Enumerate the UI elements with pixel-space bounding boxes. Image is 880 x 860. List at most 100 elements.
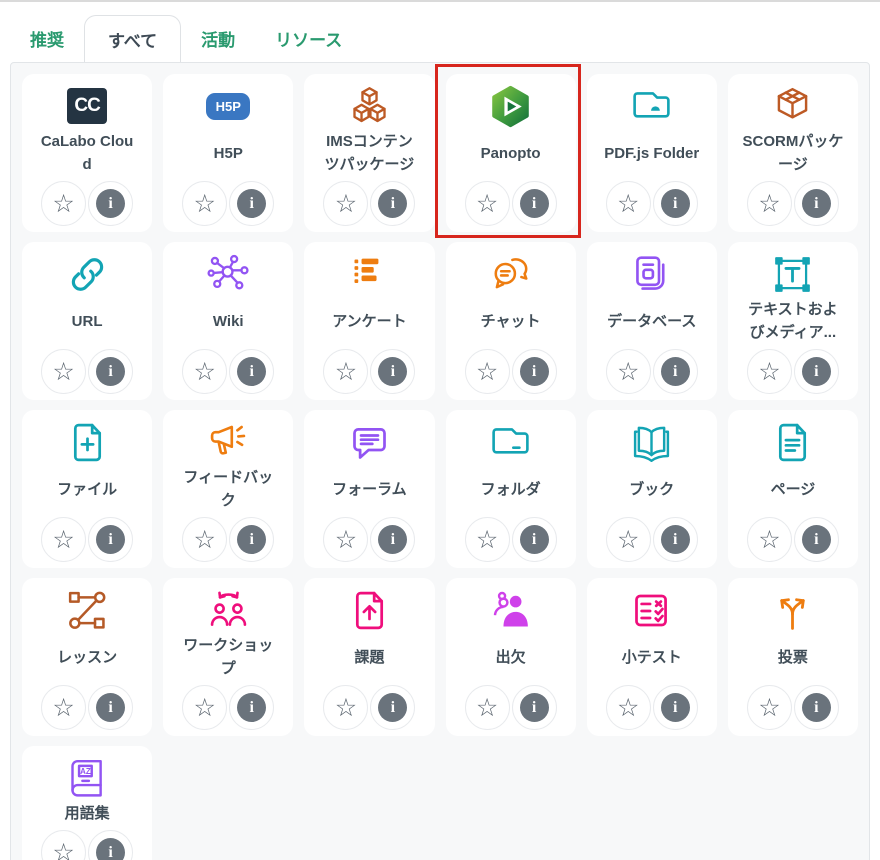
favorite-star-button[interactable]: ☆ xyxy=(465,349,510,394)
favorite-star-button[interactable]: ☆ xyxy=(606,685,651,730)
file-plus-icon xyxy=(65,420,110,464)
activity-tile-quiz[interactable]: 小テスト☆i xyxy=(587,578,717,736)
favorite-star-button[interactable]: ☆ xyxy=(606,181,651,226)
info-button[interactable]: i xyxy=(512,349,557,394)
star-icon: ☆ xyxy=(52,527,74,552)
tile-actions: ☆i xyxy=(182,517,274,562)
favorite-star-button[interactable]: ☆ xyxy=(323,181,368,226)
favorite-star-button[interactable]: ☆ xyxy=(182,685,227,730)
favorite-star-button[interactable]: ☆ xyxy=(465,181,510,226)
info-button[interactable]: i xyxy=(794,349,839,394)
favorite-star-button[interactable]: ☆ xyxy=(465,517,510,562)
info-button[interactable]: i xyxy=(370,349,415,394)
info-button[interactable]: i xyxy=(512,181,557,226)
cc-logo: CC xyxy=(67,88,107,124)
favorite-star-button[interactable]: ☆ xyxy=(747,181,792,226)
activity-tile-assignment[interactable]: 課題 ☆i xyxy=(304,578,434,736)
info-button[interactable]: i xyxy=(229,181,274,226)
tab-all[interactable]: すべて xyxy=(84,15,181,62)
info-button[interactable]: i xyxy=(653,181,698,226)
favorite-star-button[interactable]: ☆ xyxy=(606,349,651,394)
favorite-star-button[interactable]: ☆ xyxy=(747,349,792,394)
info-button[interactable]: i xyxy=(88,685,133,730)
star-icon: ☆ xyxy=(335,191,357,216)
activity-tile-ims-content-package[interactable]: IMSコンテンツパッケージ☆i xyxy=(304,74,434,232)
activity-tile-lesson[interactable]: レッスン☆i xyxy=(22,578,152,736)
tab-recommended[interactable]: 推奨 xyxy=(10,15,84,62)
activity-tile-survey[interactable]: アンケート ☆i xyxy=(304,242,434,400)
favorite-star-button[interactable]: ☆ xyxy=(41,349,86,394)
info-icon: i xyxy=(96,357,125,386)
star-icon: ☆ xyxy=(476,359,498,384)
activity-tile-folder[interactable]: フォルダ☆i xyxy=(446,410,576,568)
activity-tile-calabo-cloud[interactable]: CCCaLabo Cloud☆i xyxy=(22,74,152,232)
favorite-star-button[interactable]: ☆ xyxy=(41,830,86,860)
tile-label: 課題 xyxy=(354,634,384,680)
info-button[interactable]: i xyxy=(88,517,133,562)
favorite-star-button[interactable]: ☆ xyxy=(323,517,368,562)
activity-tile-wiki[interactable]: Wiki☆i xyxy=(163,242,293,400)
favorite-star-button[interactable]: ☆ xyxy=(41,517,86,562)
info-button[interactable]: i xyxy=(88,181,133,226)
activity-tile-chat[interactable]: チャット☆i xyxy=(446,242,576,400)
activity-tile-url[interactable]: URL☆i xyxy=(22,242,152,400)
info-button[interactable]: i xyxy=(512,517,557,562)
info-button[interactable]: i xyxy=(370,517,415,562)
activity-tile-panopto[interactable]: Panopto☆i xyxy=(446,74,576,232)
activity-tile-attendance[interactable]: 出欠 ☆i xyxy=(446,578,576,736)
info-button[interactable]: i xyxy=(653,349,698,394)
tab-resources[interactable]: リソース xyxy=(255,15,362,62)
info-button[interactable]: i xyxy=(653,517,698,562)
info-button[interactable]: i xyxy=(370,685,415,730)
info-button[interactable]: i xyxy=(370,181,415,226)
tile-label: 投票 xyxy=(778,634,808,680)
favorite-star-button[interactable]: ☆ xyxy=(747,517,792,562)
tile-label: 出欠 xyxy=(496,634,526,680)
info-button[interactable]: i xyxy=(794,181,839,226)
favorite-star-button[interactable]: ☆ xyxy=(465,685,510,730)
activity-tile-workshop[interactable]: ワークショップ☆i xyxy=(163,578,293,736)
star-icon: ☆ xyxy=(194,359,216,384)
favorite-star-button[interactable]: ☆ xyxy=(182,349,227,394)
activity-tile-database[interactable]: データベース☆i xyxy=(587,242,717,400)
activity-tile-feedback[interactable]: フィードバック☆i xyxy=(163,410,293,568)
info-button[interactable]: i xyxy=(229,685,274,730)
cubes-icon xyxy=(347,84,392,128)
tile-label: アンケート xyxy=(332,298,406,344)
activity-tile-text-and-media[interactable]: テキストおよびメディア...☆i xyxy=(728,242,858,400)
info-button[interactable]: i xyxy=(229,517,274,562)
favorite-star-button[interactable]: ☆ xyxy=(606,517,651,562)
favorite-star-button[interactable]: ☆ xyxy=(747,685,792,730)
info-button[interactable]: i xyxy=(794,517,839,562)
favorite-star-button[interactable]: ☆ xyxy=(323,685,368,730)
info-icon: i xyxy=(802,525,831,554)
info-button[interactable]: i xyxy=(88,349,133,394)
activity-tile-forum[interactable]: フォーラム☆i xyxy=(304,410,434,568)
info-button[interactable]: i xyxy=(512,685,557,730)
activity-tile-pdfjs-folder[interactable]: PDF.js Folder☆i xyxy=(587,74,717,232)
favorite-star-button[interactable]: ☆ xyxy=(182,517,227,562)
info-button[interactable]: i xyxy=(229,349,274,394)
tile-label: IMSコンテンツパッケージ xyxy=(319,130,420,176)
favorite-star-button[interactable]: ☆ xyxy=(323,349,368,394)
tile-actions: ☆i xyxy=(323,181,415,226)
activity-tile-page[interactable]: ページ☆i xyxy=(728,410,858,568)
info-button[interactable]: i xyxy=(88,830,133,860)
tab-activities[interactable]: 活動 xyxy=(181,15,255,62)
activity-tile-scorm-package[interactable]: SCORMパッケージ☆i xyxy=(728,74,858,232)
quiz-checklist-icon xyxy=(629,588,674,632)
activity-tile-file[interactable]: ファイル☆i xyxy=(22,410,152,568)
comment-icon xyxy=(347,420,392,464)
info-button[interactable]: i xyxy=(794,685,839,730)
favorite-star-button[interactable]: ☆ xyxy=(41,181,86,226)
info-button[interactable]: i xyxy=(653,685,698,730)
favorite-star-button[interactable]: ☆ xyxy=(41,685,86,730)
page-icon xyxy=(770,420,815,464)
info-icon: i xyxy=(378,525,407,554)
activity-tile-choice[interactable]: 投票 ☆i xyxy=(728,578,858,736)
favorite-star-button[interactable]: ☆ xyxy=(182,181,227,226)
cc-logo: CC xyxy=(67,84,107,128)
activity-tile-book[interactable]: ブック☆i xyxy=(587,410,717,568)
activity-tile-h5p[interactable]: H5PH5P☆i xyxy=(163,74,293,232)
activity-tile-glossary[interactable]: AZ 用語集☆i xyxy=(22,746,152,860)
